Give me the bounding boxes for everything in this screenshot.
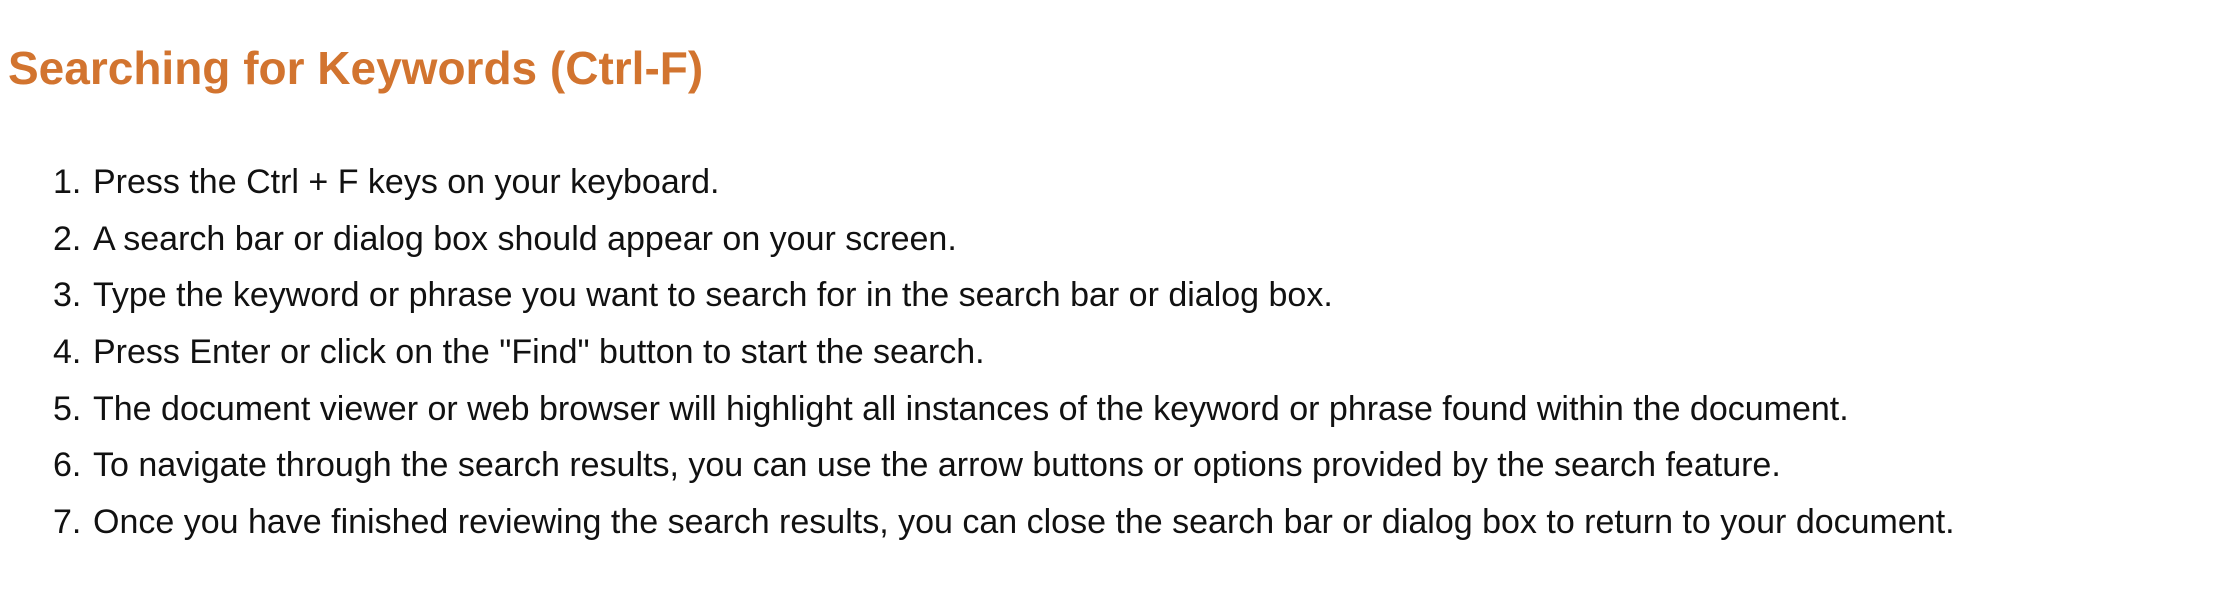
step-number: 1. [53, 163, 82, 201]
step-text: A search bar or dialog box should appear… [93, 219, 957, 258]
step-text: Press Enter or click on the "Find" butto… [93, 333, 985, 372]
step-number: 6. [53, 446, 82, 485]
step-number: 3. [53, 276, 82, 315]
step-item: 7. Once you have finished reviewing the s… [53, 494, 1955, 551]
step-text: To navigate through the search results, … [93, 446, 1781, 485]
section-heading: Searching for Keywords (Ctrl-F) [8, 42, 704, 94]
document: Searching for Keywords (Ctrl-F) 1. Press … [0, 0, 2216, 596]
step-item: 6. To navigate through the search results… [53, 437, 1955, 494]
step-item: 3. Type the keyword or phrase you want to… [53, 267, 1955, 324]
step-number: 7. [53, 503, 82, 542]
step-number: 4. [53, 333, 82, 372]
steps-list: 1. Press the Ctrl + F keys on your keyboa… [53, 154, 1955, 551]
step-text: The document viewer or web browser will … [93, 389, 1849, 428]
step-text: Press the Ctrl + F keys on your keyboard… [93, 163, 720, 201]
step-text: Once you have finished reviewing the sea… [93, 503, 1955, 542]
step-number: 2. [53, 219, 82, 258]
step-number: 5. [53, 389, 82, 428]
step-item: 4. Press Enter or click on the "Find" but… [53, 324, 1955, 381]
step-item: 1. Press the Ctrl + F keys on your keyboa… [53, 154, 1955, 211]
step-item: 2. A search bar or dialog box should appe… [53, 211, 1955, 268]
step-item: 5. The document viewer or web browser wil… [53, 381, 1955, 438]
step-text: Type the keyword or phrase you want to s… [93, 276, 1333, 315]
